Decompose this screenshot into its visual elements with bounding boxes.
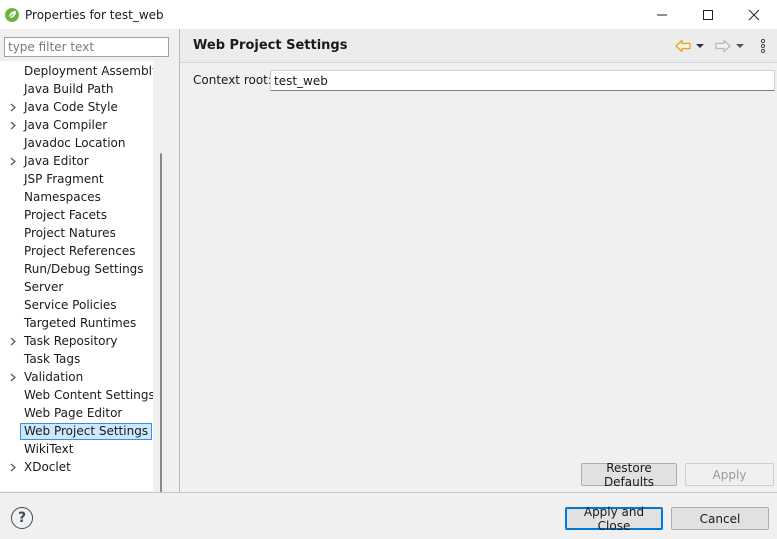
tree-item-label: Project Facets [24,208,107,222]
dialog-footer: ? Apply and Close Cancel [0,493,777,539]
tree-item-label: Javadoc Location [24,136,126,150]
tree-item-label: Java Editor [24,154,89,168]
page-navigation [675,38,771,54]
page-title: Web Project Settings [193,38,348,53]
restore-defaults-button[interactable]: Restore Defaults [581,461,677,489]
tree-item[interactable]: Task Tags [0,350,153,368]
tree-item-label: Run/Debug Settings [24,262,144,276]
tree-item-label: Java Build Path [24,82,114,96]
tree-item-label: XDoclet [24,460,71,474]
window-controls [639,0,777,29]
chevron-right-icon[interactable] [8,368,18,386]
chevron-right-icon[interactable] [8,152,18,170]
chevron-right-icon[interactable] [8,332,18,350]
apply-and-close-button[interactable]: Apply and Close [565,505,663,533]
tree-item[interactable]: Java Compiler [0,116,153,134]
tree-item-label: Deployment Assembly [24,64,160,78]
tree-item[interactable]: JSP Fragment [0,170,153,188]
filter-input[interactable] [4,37,169,57]
help-icon[interactable]: ? [11,507,33,529]
chevron-right-icon[interactable] [8,116,18,134]
minimize-icon[interactable] [639,0,685,29]
property-tree: Deployment Assembly Java Build Path Java C… [0,61,159,491]
forward-arrow-icon[interactable] [715,38,731,54]
tree-item[interactable]: Targeted Runtimes [0,314,153,332]
tree-item[interactable]: Project References [0,242,153,260]
tree-item-label: Validation [24,370,84,384]
tree-item[interactable]: Run/Debug Settings [0,260,153,278]
tree-item-label: Java Code Style [24,100,118,114]
cancel-button[interactable]: Cancel [671,507,769,530]
tree-item-label: WikiText [24,442,74,456]
tree-item[interactable]: Web Content Settings [0,386,155,404]
tree-item-label: Project References [24,244,136,258]
tree-item-label: Targeted Runtimes [24,316,137,330]
tree-item-label: Server [24,280,64,294]
window-title: Properties for test_web [25,7,164,22]
tree-item[interactable]: Server [0,278,153,296]
tree-item-label: Project Natures [24,226,116,240]
context-root-label: Context root: [193,73,272,87]
tree-item[interactable]: Project Natures [0,224,153,242]
apply-button[interactable]: Apply [685,463,774,486]
tree-item-label: Web Project Settings [20,423,153,440]
page-header: Web Project Settings [180,29,777,63]
tree-scrollbar[interactable] [153,61,168,505]
tree-item[interactable]: Validation [0,368,153,386]
left-pane: Deployment Assembly Java Build Path Java C… [0,29,180,505]
chevron-right-icon[interactable] [8,98,18,116]
more-vertical-icon[interactable] [755,38,771,54]
tree-item-label: Web Page Editor [24,406,123,420]
tree-item-label: Web Content Settings [24,388,155,402]
tree-item[interactable]: Service Policies [0,296,153,314]
right-pane: Web Project Settings Context root: Resto… [180,29,777,492]
title-bar: Properties for test_web [0,0,777,29]
tree-item[interactable]: Web Project Settings [0,422,153,440]
scrollbar-thumb[interactable] [160,153,162,505]
back-history-dropdown-icon[interactable] [695,38,705,54]
tree-item-label: Service Policies [24,298,117,312]
back-arrow-icon[interactable] [675,38,691,54]
tree-item-label: Java Compiler [24,118,108,132]
spring-leaf-icon [4,7,20,23]
tree-item[interactable]: Java Build Path [0,80,153,98]
tree-item[interactable]: Web Page Editor [0,404,153,422]
context-root-input[interactable] [270,70,775,91]
tree-item[interactable]: Task Repository [0,332,153,350]
tree-item[interactable]: Project Facets [0,206,153,224]
tree-item[interactable]: Namespaces [0,188,153,206]
tree-item[interactable]: Java Code Style [0,98,153,116]
tree-item-label: JSP Fragment [24,172,104,186]
tree-item[interactable]: Java Editor [0,152,153,170]
tree-item[interactable]: WikiText [0,440,153,458]
tree-item[interactable]: Deployment Assembly [0,62,159,80]
close-icon[interactable] [731,0,777,29]
tree-item[interactable]: Javadoc Location [0,134,153,152]
forward-history-dropdown-icon[interactable] [735,38,745,54]
tree-item-label: Task Tags [24,352,81,366]
chevron-right-icon[interactable] [8,458,18,476]
tree-item-label: Task Repository [24,334,118,348]
tree-item[interactable]: XDoclet [0,458,153,476]
maximize-icon[interactable] [685,0,731,29]
tree-item-label: Namespaces [24,190,101,204]
